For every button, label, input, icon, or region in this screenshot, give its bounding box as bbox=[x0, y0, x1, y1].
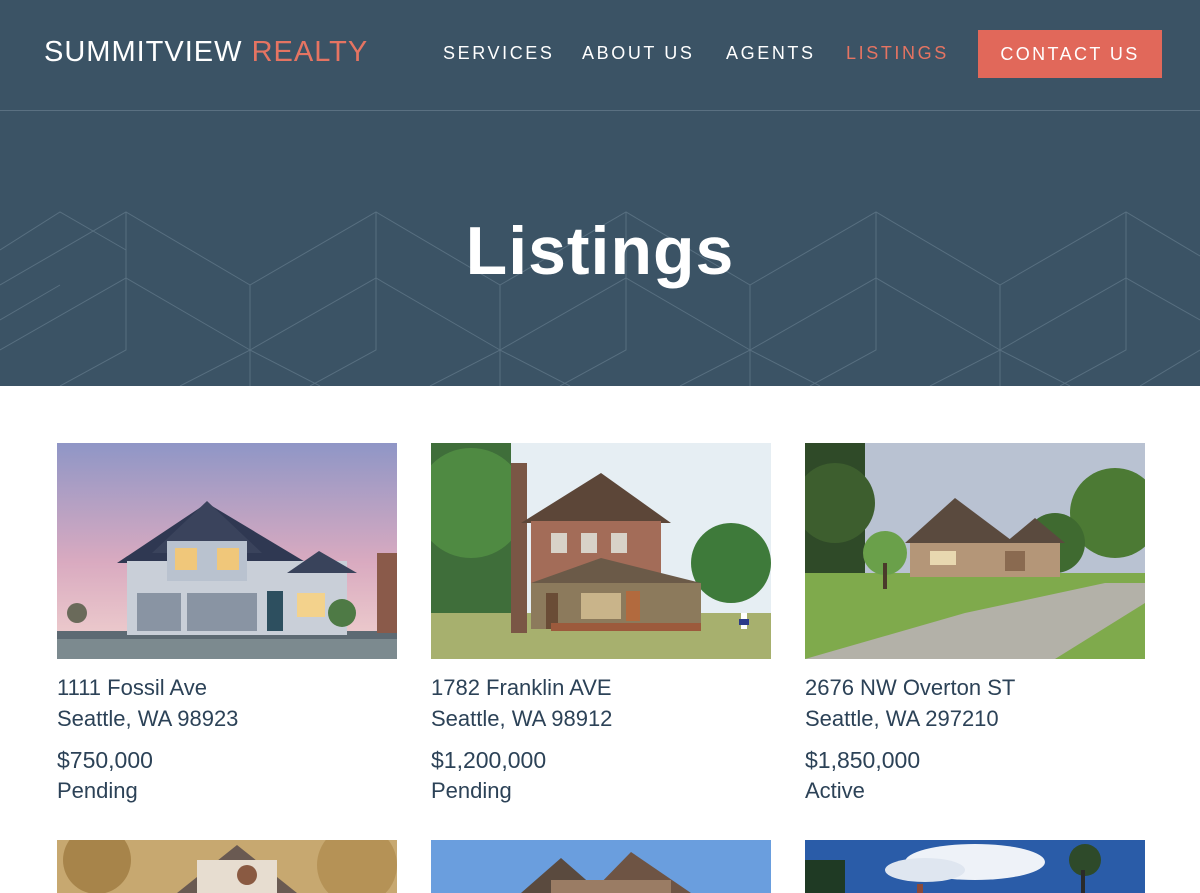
brand-accent: REALTY bbox=[251, 36, 369, 68]
listing-price: $1,200,000 bbox=[431, 747, 547, 773]
listing-status: Pending bbox=[431, 778, 512, 803]
listing-card[interactable]: 1111 Fossil Ave Seattle, WA 98923 $750,0… bbox=[57, 443, 397, 813]
listing-city: Seattle, WA 297210 bbox=[805, 706, 999, 731]
nav-about-us[interactable]: ABOUT US bbox=[582, 43, 695, 64]
house-photo[interactable] bbox=[805, 840, 1145, 893]
listing-city: Seattle, WA 98923 bbox=[57, 706, 239, 731]
house-photo[interactable] bbox=[57, 443, 397, 659]
brand-logo[interactable]: SUMMITVIEW REALTY bbox=[44, 36, 368, 69]
brand-name: SUMMITVIEW bbox=[44, 36, 243, 68]
listing-street: 1782 Franklin AVE bbox=[431, 675, 612, 700]
listing-status: Active bbox=[805, 778, 865, 803]
nav-listings[interactable]: LISTINGS bbox=[846, 43, 949, 64]
listing-card[interactable]: 2676 NW Overton ST Seattle, WA 297210 $1… bbox=[805, 443, 1145, 813]
listing-street: 2676 NW Overton ST bbox=[805, 675, 1016, 700]
house-photo[interactable] bbox=[57, 840, 397, 893]
listing-price: $1,850,000 bbox=[805, 747, 921, 773]
house-photo[interactable] bbox=[431, 840, 771, 893]
listing-status: Pending bbox=[57, 778, 138, 803]
house-photo[interactable] bbox=[431, 443, 771, 659]
hero-banner: SUMMITVIEW REALTY SERVICES ABOUT US AGEN… bbox=[0, 0, 1200, 386]
nav-services[interactable]: SERVICES bbox=[443, 43, 555, 64]
listing-price: $750,000 bbox=[57, 747, 153, 773]
listing-city: Seattle, WA 98912 bbox=[431, 706, 613, 731]
nav-agents[interactable]: AGENTS bbox=[726, 43, 816, 64]
listing-card[interactable]: 1782 Franklin AVE Seattle, WA 98912 $1,2… bbox=[431, 443, 771, 813]
house-photo[interactable] bbox=[805, 443, 1145, 659]
listing-street: 1111 Fossil Ave bbox=[57, 675, 208, 700]
page-title: Listings bbox=[465, 213, 735, 289]
top-navigation-bar: SUMMITVIEW REALTY SERVICES ABOUT US AGEN… bbox=[0, 0, 1200, 111]
contact-us-button[interactable]: CONTACT US bbox=[978, 30, 1162, 78]
